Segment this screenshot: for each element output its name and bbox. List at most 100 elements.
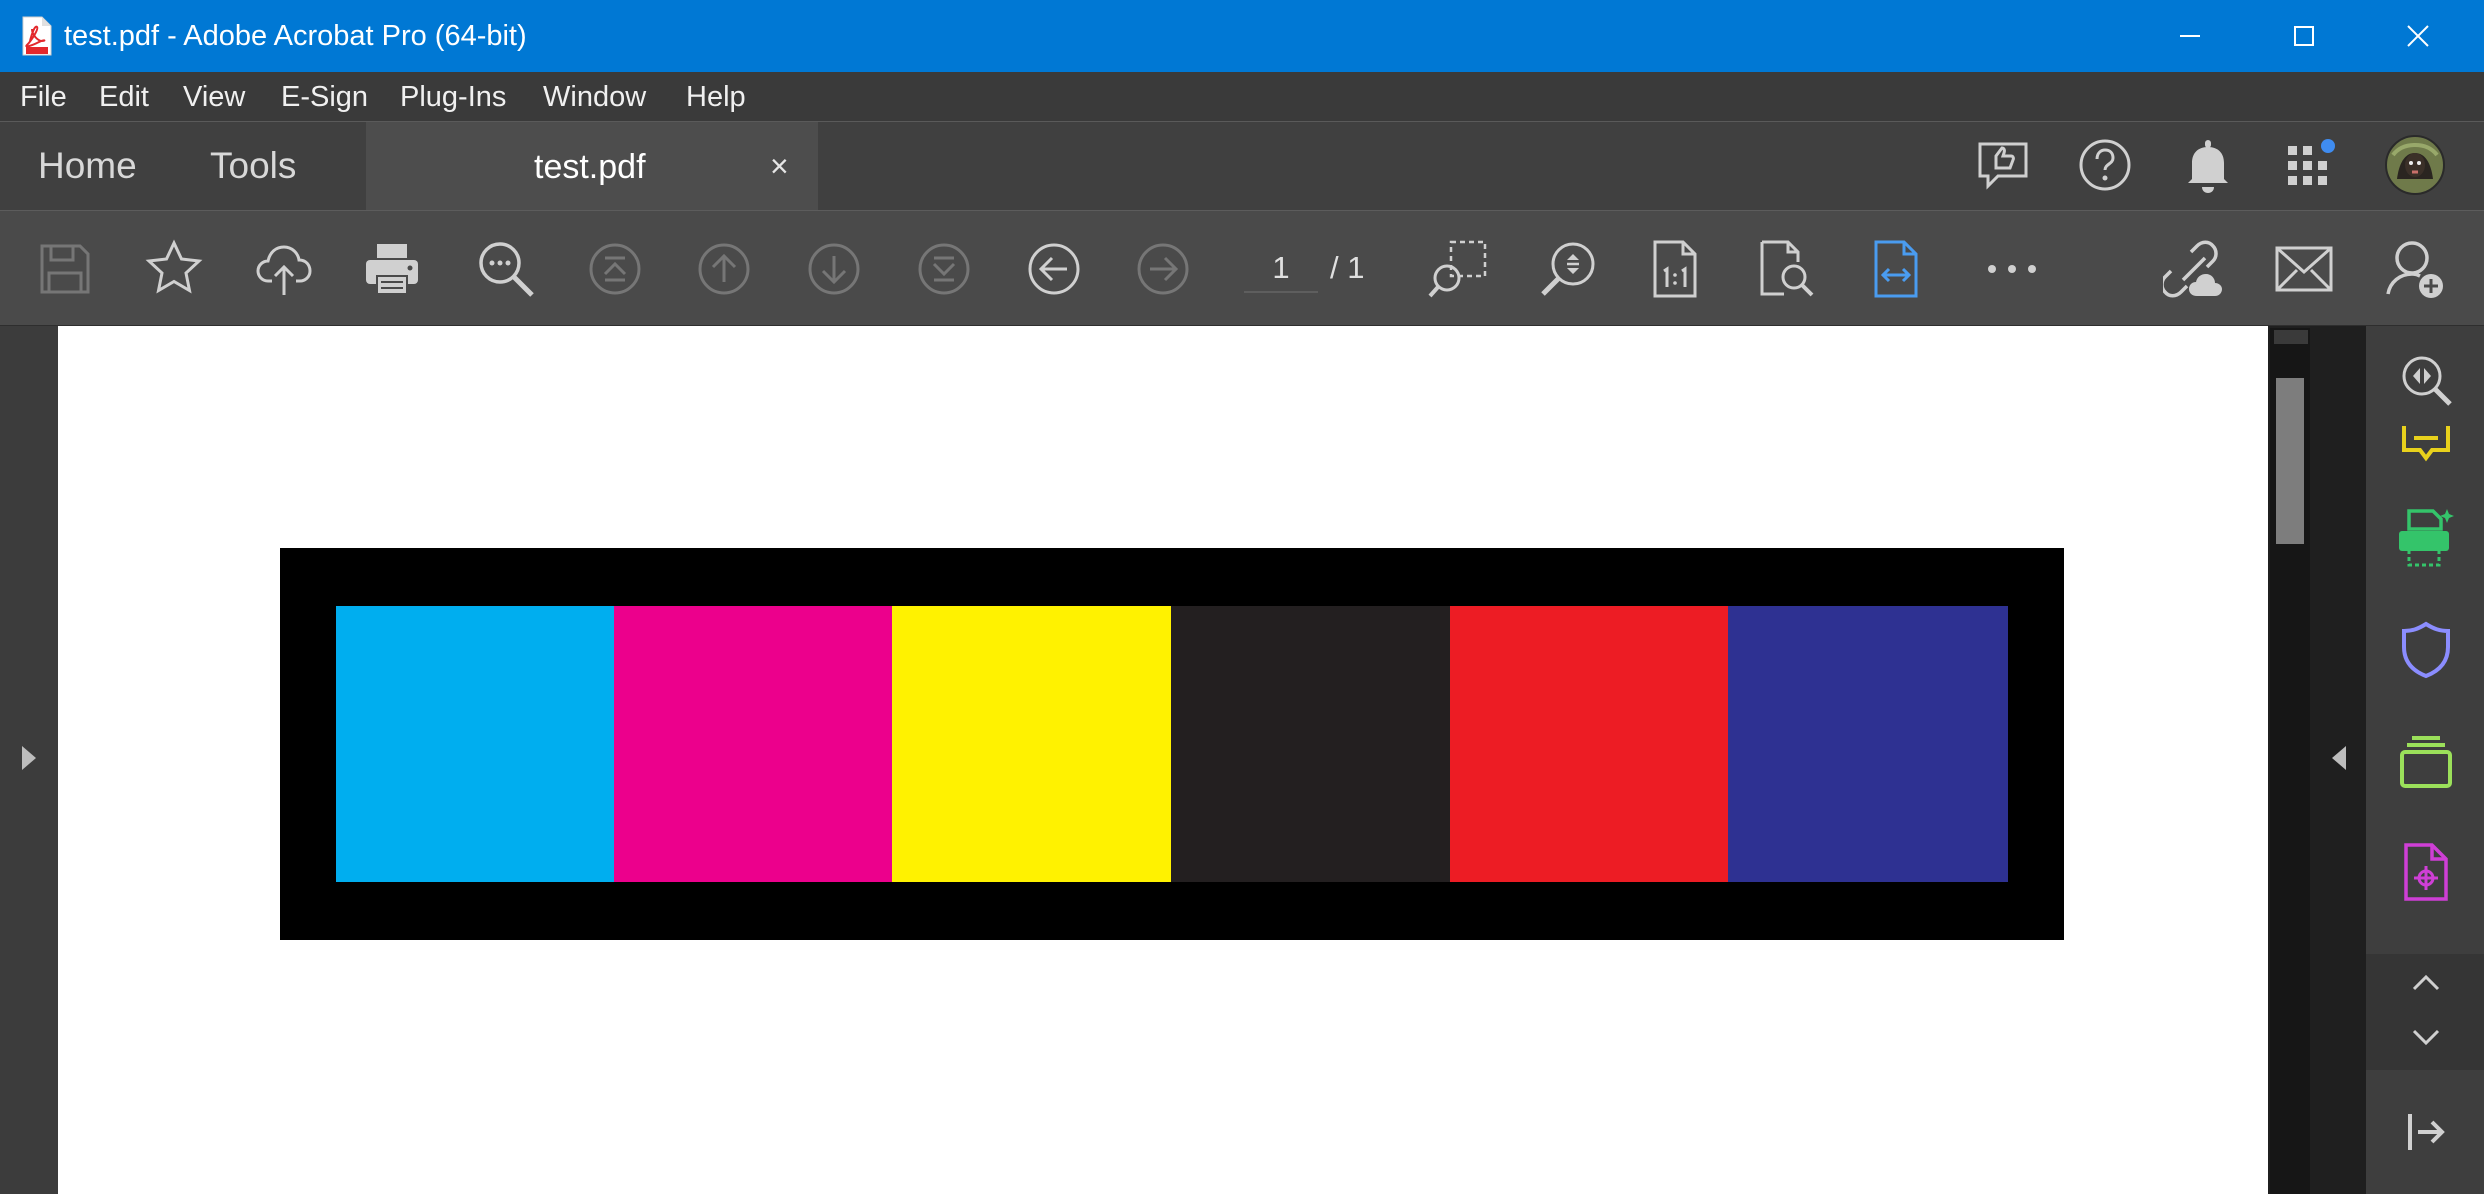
share-feedback-button[interactable] bbox=[1970, 132, 2036, 198]
print-icon bbox=[366, 244, 418, 295]
print-button[interactable] bbox=[360, 237, 424, 301]
title-bar: test.pdf - Adobe Acrobat Pro (64-bit) bbox=[0, 0, 2484, 72]
first-page-icon bbox=[589, 243, 641, 295]
protect-shield-icon bbox=[2402, 621, 2450, 679]
menu-help[interactable]: Help bbox=[686, 80, 746, 114]
apps-grid-button[interactable] bbox=[2278, 132, 2344, 198]
swatch-blue bbox=[1728, 606, 2008, 882]
fit-width-icon bbox=[1874, 240, 1918, 298]
more-tools-button[interactable] bbox=[1980, 237, 2044, 301]
marquee-zoom-button[interactable] bbox=[1426, 237, 1490, 301]
collapse-panel-icon[interactable] bbox=[2406, 1110, 2446, 1154]
edit-pdf-button[interactable] bbox=[2388, 834, 2464, 910]
add-user-icon bbox=[2386, 241, 2443, 298]
tab-bar: Home Tools test.pdf × bbox=[0, 122, 2484, 210]
close-icon bbox=[2407, 25, 2429, 47]
fit-page-zoom-button[interactable] bbox=[1754, 237, 1818, 301]
swatch-black bbox=[1171, 606, 1450, 882]
protect-button[interactable] bbox=[2388, 612, 2464, 688]
minimize-button[interactable] bbox=[2134, 0, 2246, 72]
close-tab-icon[interactable]: × bbox=[770, 146, 789, 186]
menu-file[interactable]: File bbox=[20, 80, 67, 114]
menu-bar: File Edit View E-Sign Plug-Ins Window He… bbox=[0, 72, 2484, 122]
menu-window[interactable]: Window bbox=[543, 80, 646, 114]
comment-icon bbox=[2402, 426, 2450, 462]
help-button[interactable] bbox=[2072, 132, 2138, 198]
comment-button[interactable] bbox=[2388, 426, 2464, 476]
previous-page-icon bbox=[698, 243, 750, 295]
next-page-button[interactable] bbox=[802, 237, 866, 301]
organize-pages-button[interactable] bbox=[2388, 724, 2464, 800]
last-page-icon bbox=[918, 243, 970, 295]
swatch-red bbox=[1450, 606, 1728, 882]
tab-tools[interactable]: Tools bbox=[210, 144, 296, 188]
last-page-button[interactable] bbox=[912, 237, 976, 301]
menu-edit[interactable]: Edit bbox=[99, 80, 149, 114]
share-link-icon bbox=[2163, 240, 2222, 298]
pdf-file-icon bbox=[22, 16, 52, 56]
fit-width-button[interactable] bbox=[1864, 237, 1928, 301]
expand-left-panel-icon[interactable] bbox=[20, 744, 38, 772]
tab-document[interactable]: test.pdf × bbox=[366, 122, 818, 210]
actual-size-button[interactable] bbox=[1643, 237, 1707, 301]
page-number-input[interactable]: 1 bbox=[1244, 245, 1318, 293]
scroll-up-icon[interactable] bbox=[2411, 972, 2441, 992]
tools-scroll-nav bbox=[2366, 954, 2484, 1070]
menu-esign[interactable]: E-Sign bbox=[281, 80, 368, 114]
maximize-button[interactable] bbox=[2248, 0, 2360, 72]
left-navigation-panel bbox=[0, 326, 58, 1194]
email-button[interactable] bbox=[2272, 237, 2336, 301]
minimize-icon bbox=[2180, 35, 2200, 37]
notifications-icon bbox=[2188, 140, 2228, 193]
add-user-button[interactable] bbox=[2383, 237, 2447, 301]
previous-view-button[interactable] bbox=[1022, 237, 1086, 301]
find-text-button[interactable] bbox=[474, 237, 538, 301]
more-tools-icon bbox=[1988, 265, 2036, 273]
right-tools-panel bbox=[2366, 326, 2484, 1194]
print-production-icon bbox=[2399, 509, 2454, 567]
marquee-zoom-icon bbox=[1428, 240, 1487, 298]
user-avatar[interactable] bbox=[2382, 132, 2448, 198]
window-title: test.pdf - Adobe Acrobat Pro (64-bit) bbox=[64, 20, 527, 52]
help-icon bbox=[2079, 139, 2131, 191]
next-view-icon bbox=[1137, 243, 1189, 295]
share-link-button[interactable] bbox=[2162, 237, 2226, 301]
previous-view-icon bbox=[1028, 243, 1080, 295]
apps-grid-icon bbox=[2288, 139, 2335, 185]
page-total: / 1 bbox=[1330, 250, 1365, 285]
save-button[interactable] bbox=[33, 237, 97, 301]
expand-right-panel-icon[interactable] bbox=[2330, 744, 2348, 772]
menu-plugins[interactable]: Plug-Ins bbox=[400, 80, 506, 114]
close-button[interactable] bbox=[2362, 0, 2474, 72]
print-production-button[interactable] bbox=[2388, 500, 2464, 576]
main-toolbar: 1 / 1 bbox=[0, 210, 2484, 326]
next-view-button[interactable] bbox=[1131, 237, 1195, 301]
share-feedback-icon bbox=[1978, 142, 2028, 190]
document-viewport[interactable] bbox=[58, 326, 2268, 1194]
cloud-upload-button[interactable] bbox=[252, 237, 316, 301]
avatar-image bbox=[2385, 135, 2445, 195]
color-bar-frame bbox=[280, 548, 2064, 940]
save-icon bbox=[40, 244, 90, 294]
next-page-icon bbox=[808, 243, 860, 295]
swatch-cyan bbox=[336, 606, 614, 882]
zoom-button[interactable] bbox=[1536, 237, 1600, 301]
document-tab-label: test.pdf bbox=[534, 148, 646, 186]
edit-pdf-icon bbox=[2404, 843, 2448, 901]
previous-page-button[interactable] bbox=[692, 237, 756, 301]
menu-view[interactable]: View bbox=[183, 80, 245, 114]
scroll-down-icon[interactable] bbox=[2411, 1028, 2441, 1048]
swatch-magenta bbox=[614, 606, 892, 882]
notifications-button[interactable] bbox=[2175, 132, 2241, 198]
scrollbar-thumb[interactable] bbox=[2276, 378, 2304, 544]
cloud-upload-icon bbox=[256, 245, 312, 295]
first-page-button[interactable] bbox=[583, 237, 647, 301]
maximize-icon bbox=[2294, 26, 2314, 46]
tab-home[interactable]: Home bbox=[38, 144, 137, 188]
find-text-icon bbox=[479, 242, 534, 297]
actual-size-icon bbox=[1653, 240, 1697, 298]
fit-page-zoom-icon bbox=[1760, 240, 1814, 297]
bookmark-star-button[interactable] bbox=[142, 237, 206, 301]
search-zoom-button[interactable] bbox=[2388, 342, 2464, 418]
zoom-icon bbox=[1541, 242, 1595, 296]
